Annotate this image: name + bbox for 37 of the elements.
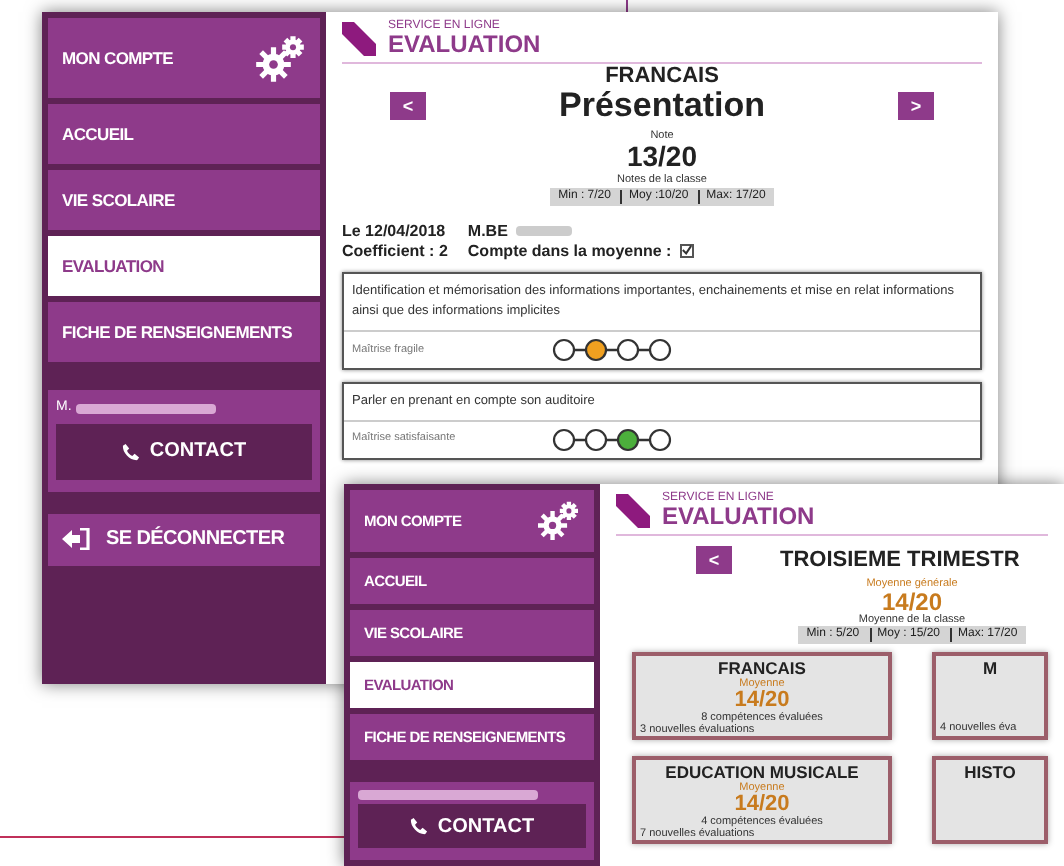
previous-button[interactable]: < [696,546,732,575]
nav-item[interactable]: EVALUATION [48,236,320,296]
average-value: 14/20 [734,794,790,817]
subject-name: FRANCAIS [718,659,806,678]
nav-item[interactable]: ACCUEIL [48,104,320,164]
nav-item[interactable]: MON COMPTE [48,18,320,98]
page-title: EVALUATION [662,504,815,528]
logout-button[interactable]: SE DÉCONNECTER [48,513,320,565]
period-title: TROISIEME TRIMESTR [780,546,1020,576]
contact-button[interactable]: CONTACT [56,423,312,479]
grade-value: 13/20 [626,141,698,170]
date-text: Le 12/04/2018 [342,222,448,242]
average-value: 14/20 [881,589,943,614]
teacher-name: M.BE [467,222,508,242]
gears-icon [254,34,306,82]
next-button[interactable]: > [897,92,934,121]
phone-icon [121,441,140,461]
subject-name: M [982,659,998,679]
counts-label: Compte dans la moyenne : [467,241,672,261]
page-title: EVALUATION [388,32,541,56]
redacted-name [75,403,216,414]
gears-icon [536,500,580,541]
assessment-title: Présentation [559,88,765,126]
coefficient-text: Coefficient : 2 [342,241,448,261]
phone-icon [409,816,428,837]
logout-icon [62,528,90,550]
checkbox[interactable] [679,243,694,258]
subject-title: FRANCAIS [605,64,719,89]
nav-item[interactable]: FICHE DE RENSEIGNEMENTS [48,302,320,362]
previous-button[interactable]: < [390,92,426,121]
nav-item[interactable]: VIE SCOLAIRE [48,170,320,230]
contact-button[interactable]: CONTACT [358,804,586,849]
subject-name: HISTO [964,763,1016,783]
average-value: 14/20 [734,690,790,713]
subject-name: EDUCATION MUSICALE [665,763,859,782]
subject-card[interactable]: HISTO [932,755,1048,844]
redacted-name [515,226,572,237]
